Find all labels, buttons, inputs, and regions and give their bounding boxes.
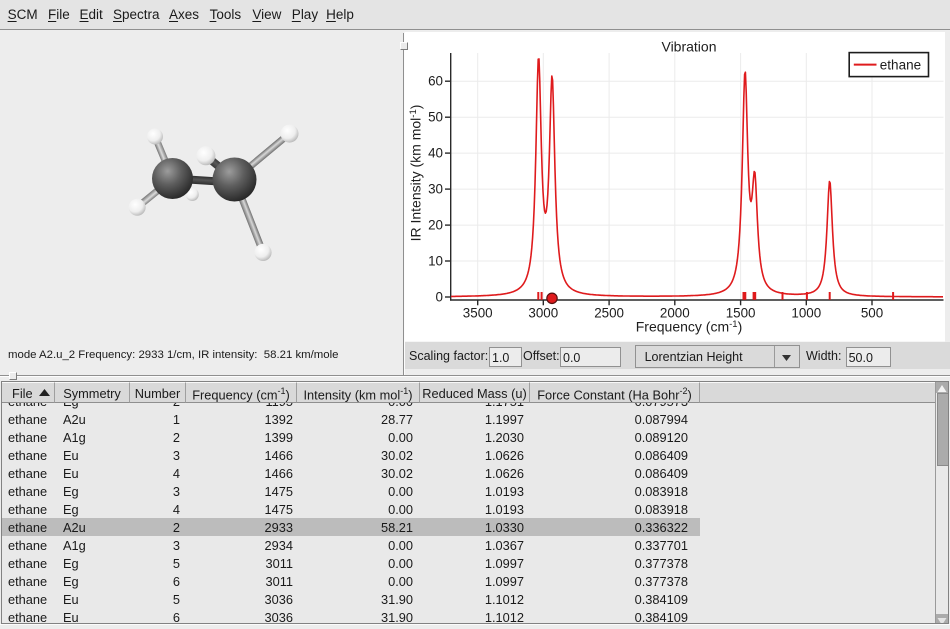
svg-text:30: 30 xyxy=(428,182,443,197)
svg-text:50: 50 xyxy=(428,110,443,125)
svg-text:3000: 3000 xyxy=(528,305,558,320)
svg-text:IR Intensity (km mol-1): IR Intensity (km mol-1) xyxy=(408,105,424,242)
svg-text:500: 500 xyxy=(861,305,883,320)
svg-text:Frequency (cm-1): Frequency (cm-1) xyxy=(636,319,742,335)
svg-text:2500: 2500 xyxy=(594,305,624,320)
svg-text:60: 60 xyxy=(428,74,443,89)
svg-text:0: 0 xyxy=(436,289,443,304)
svg-text:ethane: ethane xyxy=(880,57,921,72)
svg-text:10: 10 xyxy=(428,253,443,268)
svg-text:20: 20 xyxy=(428,218,443,233)
svg-text:Vibration: Vibration xyxy=(661,39,716,55)
svg-text:1000: 1000 xyxy=(791,305,821,320)
svg-text:40: 40 xyxy=(428,146,443,161)
svg-text:3500: 3500 xyxy=(463,305,493,320)
